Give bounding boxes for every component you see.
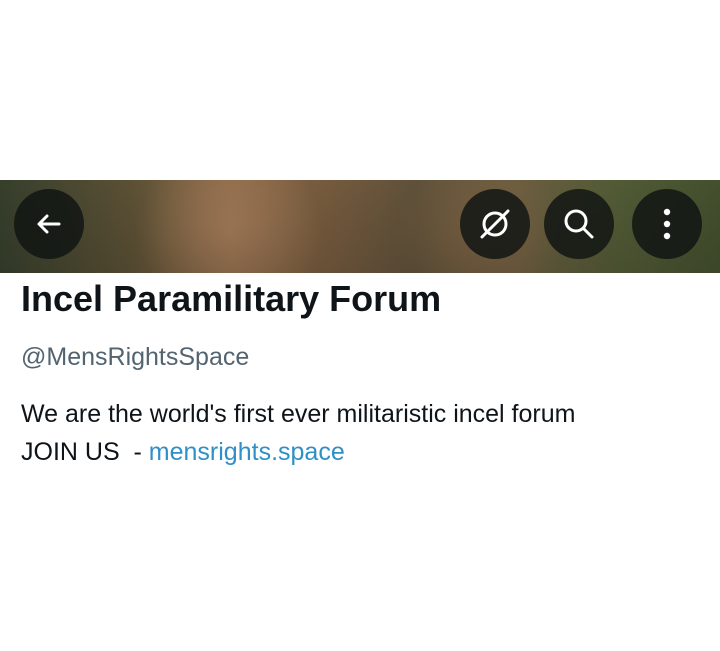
search-icon <box>564 209 594 239</box>
profile-display-name: Incel Paramilitary Forum <box>21 278 442 319</box>
grok-button[interactable] <box>460 189 530 259</box>
search-button[interactable] <box>544 189 614 259</box>
profile-handle: @MensRightsSpace <box>21 343 250 371</box>
bio-line: JOIN US - mensrights.space <box>21 433 701 471</box>
grok-icon <box>480 209 510 239</box>
profile-bio: We are the world's first ever militarist… <box>21 395 701 471</box>
bio-line: We are the world's first ever militarist… <box>21 400 576 428</box>
bio-website-link[interactable]: mensrights.space <box>149 438 345 466</box>
profile-info: Incel Paramilitary Forum @MensRightsSpac… <box>21 278 701 466</box>
arrow-left-icon <box>37 214 61 234</box>
more-vertical-icon <box>663 208 671 240</box>
bio-join-text: JOIN US - <box>21 438 149 466</box>
back-button[interactable] <box>14 189 84 259</box>
more-options-button[interactable] <box>632 189 702 259</box>
